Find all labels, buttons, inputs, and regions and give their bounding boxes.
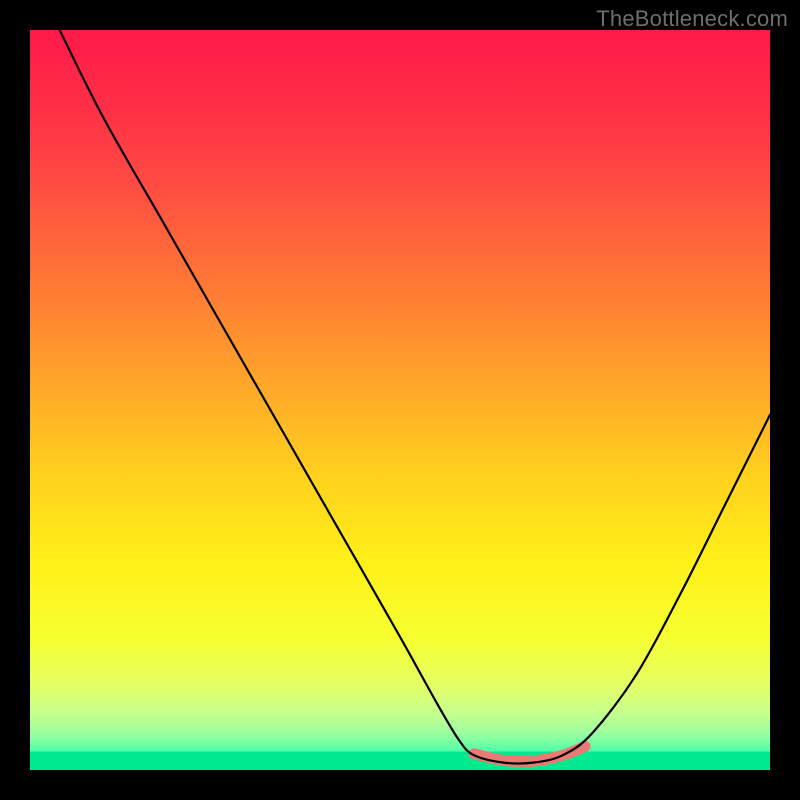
bottleneck-curve [60,30,770,764]
plot-area [30,30,770,770]
chart-frame: TheBottleneck.com [0,0,800,800]
optimal-range-highlight [474,746,585,761]
watermark-text: TheBottleneck.com [596,6,788,32]
curve-layer [30,30,770,770]
